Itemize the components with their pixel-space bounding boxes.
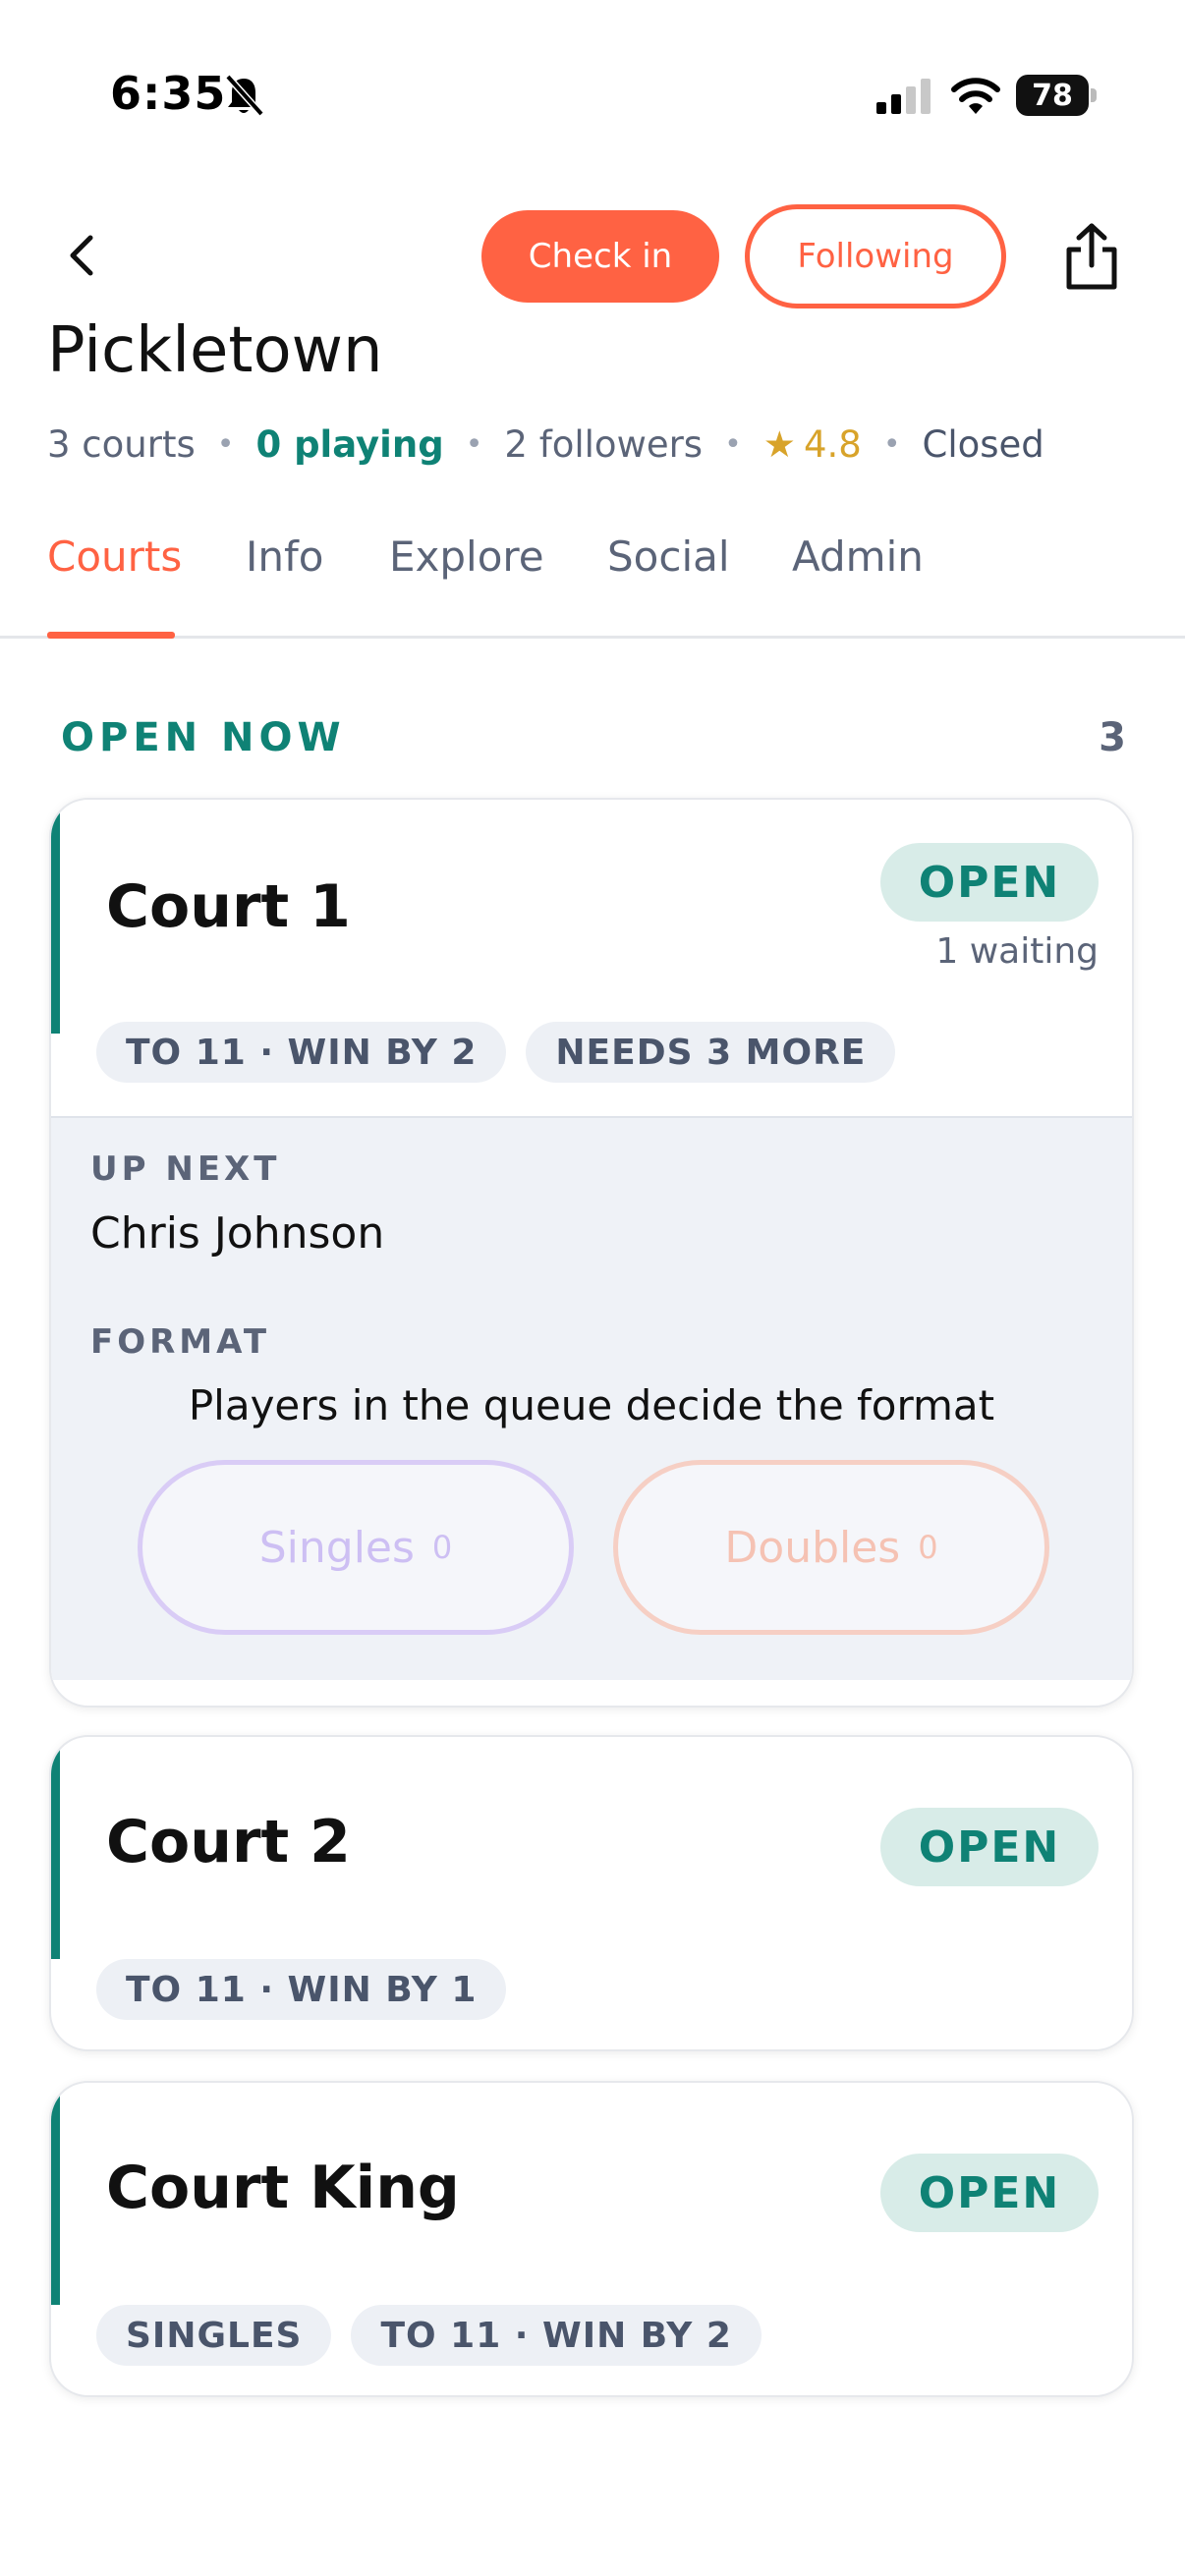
doubles-button[interactable]: Doubles 0 — [613, 1460, 1049, 1635]
back-chevron-icon — [70, 235, 93, 276]
active-tab-indicator — [47, 632, 175, 639]
venue-meta: 3 courts • 0 playing • 2 followers • ★ 4… — [47, 422, 1044, 466]
court-name: Court 2 — [106, 1808, 351, 1876]
tab-explore[interactable]: Explore — [389, 527, 544, 636]
court-card[interactable]: Court 1 OPEN 1 waiting TO 11 · WIN BY 2 … — [49, 798, 1134, 1708]
section-title: OPEN NOW — [61, 715, 346, 760]
rule-chip: TO 11 · WIN BY 1 — [96, 1959, 507, 2020]
tab-info[interactable]: Info — [246, 527, 324, 636]
wifi-icon — [951, 78, 1000, 114]
following-button[interactable]: Following — [745, 204, 1006, 308]
up-next-label: UP NEXT — [90, 1149, 281, 1189]
court-name: Court 1 — [106, 872, 351, 941]
battery-icon: 78 — [1016, 75, 1097, 116]
court-accent — [51, 2095, 60, 2305]
tab-courts[interactable]: Courts — [47, 527, 182, 636]
share-icon[interactable] — [1061, 222, 1122, 291]
court-page: 6:35 78 Check in Following Pickletown 3 … — [0, 0, 1185, 2576]
waiting-count: 1 waiting — [935, 931, 1099, 972]
courts-count: 3 courts — [47, 422, 196, 466]
venue-title: Pickletown — [47, 314, 383, 387]
rating-value: 4.8 — [803, 422, 862, 466]
battery-level: 78 — [1016, 75, 1089, 116]
venue-status: Closed — [922, 422, 1044, 466]
court-accent — [51, 1749, 60, 1959]
status-badge: OPEN — [880, 843, 1099, 922]
status-badge: OPEN — [880, 1808, 1099, 1886]
tab-admin[interactable]: Admin — [792, 527, 924, 636]
singles-label: Singles — [258, 1522, 415, 1573]
rule-chip: TO 11 · WIN BY 2 — [96, 1022, 507, 1083]
up-next-name: Chris Johnson — [90, 1208, 385, 1259]
status-bar: 6:35 78 — [0, 0, 1185, 147]
singles-button[interactable]: Singles 0 — [138, 1460, 574, 1635]
followers-count: 2 followers — [504, 422, 704, 466]
format-chip: SINGLES — [96, 2305, 332, 2366]
check-in-button[interactable]: Check in — [481, 210, 719, 303]
singles-count: 0 — [431, 1529, 453, 1566]
bell-slash-icon — [225, 74, 264, 117]
format-note: Players in the queue decide the format — [188, 1381, 995, 1429]
court-accent — [51, 812, 60, 1034]
tab-social[interactable]: Social — [607, 527, 730, 636]
court-card[interactable]: Court King OPEN SINGLES TO 11 · WIN BY 2 — [49, 2081, 1134, 2397]
court-chips: SINGLES TO 11 · WIN BY 2 — [96, 2305, 762, 2366]
star-icon: ★ — [762, 422, 796, 466]
court-chips: TO 11 · WIN BY 1 — [96, 1959, 507, 2020]
tab-bar: Courts Info Explore Social Admin — [0, 527, 1185, 639]
doubles-label: Doubles — [724, 1522, 901, 1573]
playing-count: 0 playing — [255, 422, 444, 466]
court-chips: TO 11 · WIN BY 2 NEEDS 3 MORE — [96, 1022, 896, 1083]
rule-chip: TO 11 · WIN BY 2 — [351, 2305, 762, 2366]
doubles-count: 0 — [918, 1529, 938, 1566]
signal-icon — [876, 79, 931, 114]
court-card[interactable]: Court 2 OPEN TO 11 · WIN BY 1 — [49, 1735, 1134, 2051]
format-label: FORMAT — [90, 1322, 271, 1362]
court-name: Court King — [106, 2154, 460, 2222]
back-button[interactable] — [57, 226, 106, 285]
status-time: 6:35 — [110, 67, 227, 120]
needs-chip: NEEDS 3 MORE — [526, 1022, 896, 1083]
status-badge: OPEN — [880, 2154, 1099, 2232]
section-count: 3 — [1099, 715, 1126, 760]
